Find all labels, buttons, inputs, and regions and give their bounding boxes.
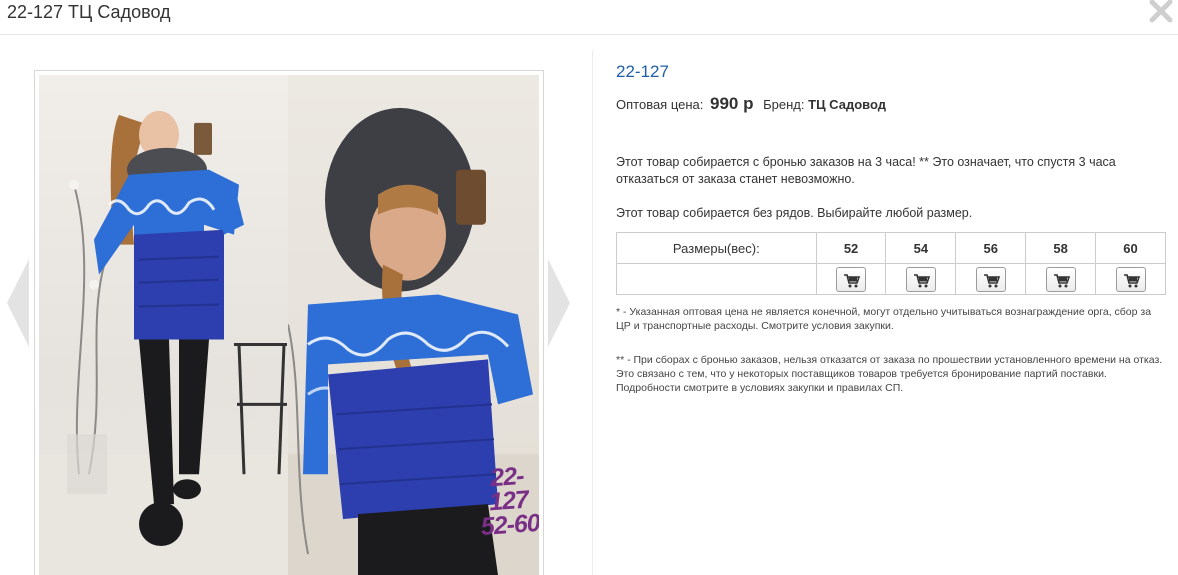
column-divider (592, 50, 593, 575)
product-gallery: 22-127 52-60 (34, 70, 544, 575)
price-line: Оптовая цена: 990 р Бренд: ТЦ Садовод (616, 94, 886, 114)
sizes-table: Размеры(вес): 52 54 56 58 60 (616, 232, 1166, 295)
size-cell: 58 (1025, 232, 1097, 264)
cart-cell (885, 263, 957, 295)
cart-icon (1123, 273, 1140, 287)
product-photo-front (39, 75, 288, 575)
chevron-right-icon[interactable] (546, 257, 572, 349)
modal-header: 22-127 ТЦ Садовод (0, 0, 1178, 35)
cart-icon (1053, 273, 1070, 287)
add-to-cart-button[interactable] (836, 266, 867, 292)
price-label: Оптовая цена: (616, 97, 704, 112)
cart-cell (815, 263, 887, 295)
modal-title: 22-127 ТЦ Садовод (7, 2, 171, 22)
rows-notice: Этот товар собирается без рядов. Выбирай… (616, 206, 973, 220)
photo-code-sign: 22-127 52-60 (476, 461, 539, 541)
product-photo-hood: 22-127 52-60 (288, 75, 539, 575)
cart-icon (983, 273, 1000, 287)
price-value: 990 р (710, 94, 754, 113)
sizes-header-row: Размеры(вес): 52 54 56 58 60 (616, 232, 1166, 264)
sizes-cart-row (616, 263, 1166, 295)
footnote-booking: ** - При сборах с бронью заказов, нельзя… (616, 354, 1163, 394)
size-cell: 60 (1095, 232, 1166, 264)
add-to-cart-button[interactable] (1045, 266, 1076, 292)
add-to-cart-button[interactable] (975, 266, 1006, 292)
size-cell: 54 (885, 232, 957, 264)
brand-label: Бренд: (763, 97, 805, 112)
booking-notice: Этот товар собирается с бронью заказов н… (616, 155, 1116, 186)
chevron-left-icon[interactable] (5, 257, 31, 349)
sizes-label: Размеры(вес): (616, 232, 817, 264)
photo-sign-line: 22-127 (488, 461, 529, 517)
cart-icon (913, 273, 931, 287)
close-icon[interactable] (1148, 0, 1174, 24)
footnote-price: * - Указанная оптовая цена не является к… (616, 306, 1152, 332)
cart-cell (1025, 263, 1097, 295)
size-cell: 56 (955, 232, 1027, 264)
photo-sign-line: 52-60 (479, 508, 539, 541)
size-cell: 52 (815, 232, 887, 264)
brand-value: ТЦ Садовод (808, 97, 886, 112)
product-code: 22-127 (616, 62, 669, 81)
add-to-cart-button[interactable] (1115, 266, 1146, 292)
empty-cell (616, 263, 817, 295)
cart-cell (955, 263, 1027, 295)
add-to-cart-button[interactable] (905, 266, 936, 292)
cart-icon (844, 273, 861, 287)
cart-cell (1095, 263, 1166, 295)
